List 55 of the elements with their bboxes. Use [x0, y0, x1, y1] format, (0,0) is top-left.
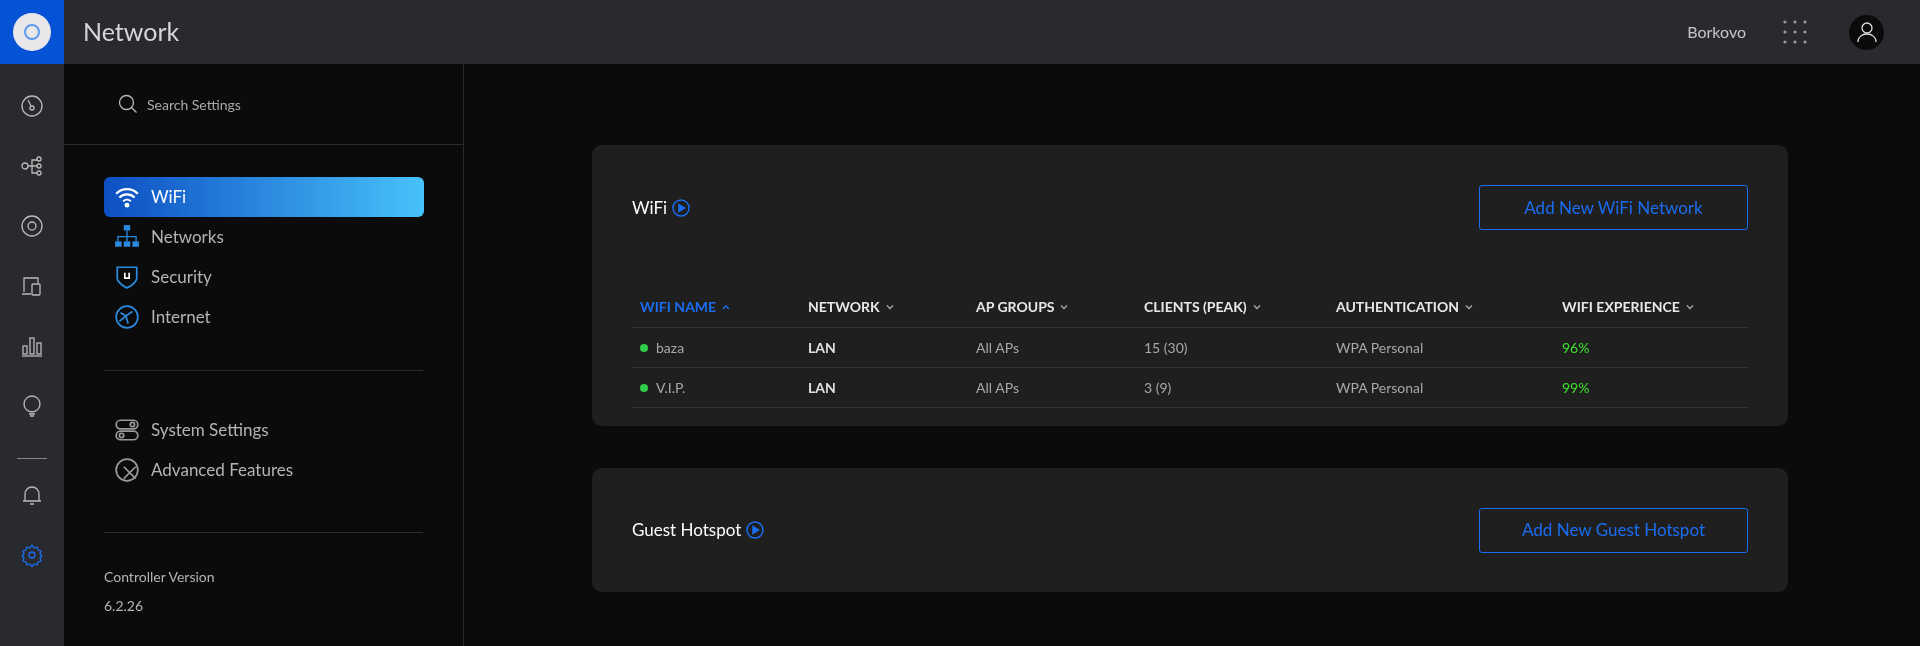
- bar-chart-icon: [20, 334, 44, 358]
- apps-grid-icon[interactable]: [1782, 19, 1808, 45]
- globe-icon: [114, 304, 140, 330]
- table-cell-text: WPA Personal: [1336, 378, 1424, 398]
- devices-icon: [20, 274, 44, 298]
- table-cell-text: WPA Personal: [1336, 338, 1424, 358]
- shield-icon: [114, 264, 140, 290]
- table-cell-text: All APs: [976, 338, 1019, 358]
- toggles-icon: [114, 417, 140, 443]
- version-label: Controller Version: [104, 567, 216, 587]
- sidebar-item[interactable]: System Settings: [104, 410, 424, 450]
- add-wifi-button[interactable]: Add New WiFi Network: [1479, 185, 1748, 230]
- bulb-icon: [20, 394, 44, 418]
- table-cell-text: baza: [656, 338, 685, 358]
- version-number: 6.2.26: [104, 596, 145, 616]
- column-header[interactable]: AUTHENTICATION: [1336, 296, 1562, 317]
- table-cell-text: 99%: [1562, 378, 1590, 398]
- gauge-icon: [20, 94, 44, 118]
- sidebar-item[interactable]: WiFi: [104, 177, 424, 217]
- bell-icon: [20, 483, 44, 507]
- play-icon[interactable]: [746, 521, 765, 539]
- table-cell-text: V.I.P.: [656, 378, 686, 398]
- search-field[interactable]: Search Settings: [147, 93, 347, 115]
- table-cell-text: LAN: [808, 338, 836, 358]
- logo-icon: [13, 13, 51, 51]
- card-title: Guest Hotspot: [632, 518, 742, 543]
- column-header[interactable]: CLIENTS (PEAK): [1144, 296, 1336, 317]
- sidebar-item[interactable]: Advanced Features: [104, 450, 424, 490]
- sidebar-item[interactable]: Internet: [104, 297, 424, 337]
- settings-icon: [20, 543, 44, 567]
- table-row[interactable]: baza LAN All APs 15 (30) WPA Personal 96%: [632, 328, 1748, 368]
- search-icon: [118, 94, 138, 114]
- column-header[interactable]: NETWORK: [808, 296, 976, 317]
- site-name[interactable]: Borkovo: [1687, 20, 1746, 44]
- column-header[interactable]: WIFI NAME: [640, 296, 808, 317]
- table-cell-text: All APs: [976, 378, 1019, 398]
- avatar[interactable]: [1849, 14, 1884, 50]
- topology-icon: [20, 154, 44, 178]
- app-title: Network: [83, 15, 180, 49]
- network-tree-icon: [114, 224, 140, 250]
- table-cell-text: LAN: [808, 378, 836, 398]
- column-header[interactable]: WIFI EXPERIENCE: [1562, 296, 1695, 317]
- table-cell-text: 15 (30): [1144, 338, 1188, 358]
- card-title: WiFi: [632, 195, 668, 220]
- column-header[interactable]: AP GROUPS: [976, 296, 1144, 317]
- table-cell-text: 3 (9): [1144, 378, 1172, 398]
- sidebar-item[interactable]: Security: [104, 257, 424, 297]
- play-icon[interactable]: [672, 198, 691, 217]
- sidebar-item[interactable]: Networks: [104, 217, 424, 257]
- add-guest-button[interactable]: Add New Guest Hotspot: [1479, 507, 1748, 553]
- access-point-icon: [20, 214, 44, 238]
- tools-icon: [114, 457, 140, 483]
- user-icon: [1855, 21, 1878, 43]
- table-row[interactable]: V.I.P. LAN All APs 3 (9) WPA Personal 99%: [632, 368, 1748, 408]
- table-cell-text: 96%: [1562, 338, 1590, 358]
